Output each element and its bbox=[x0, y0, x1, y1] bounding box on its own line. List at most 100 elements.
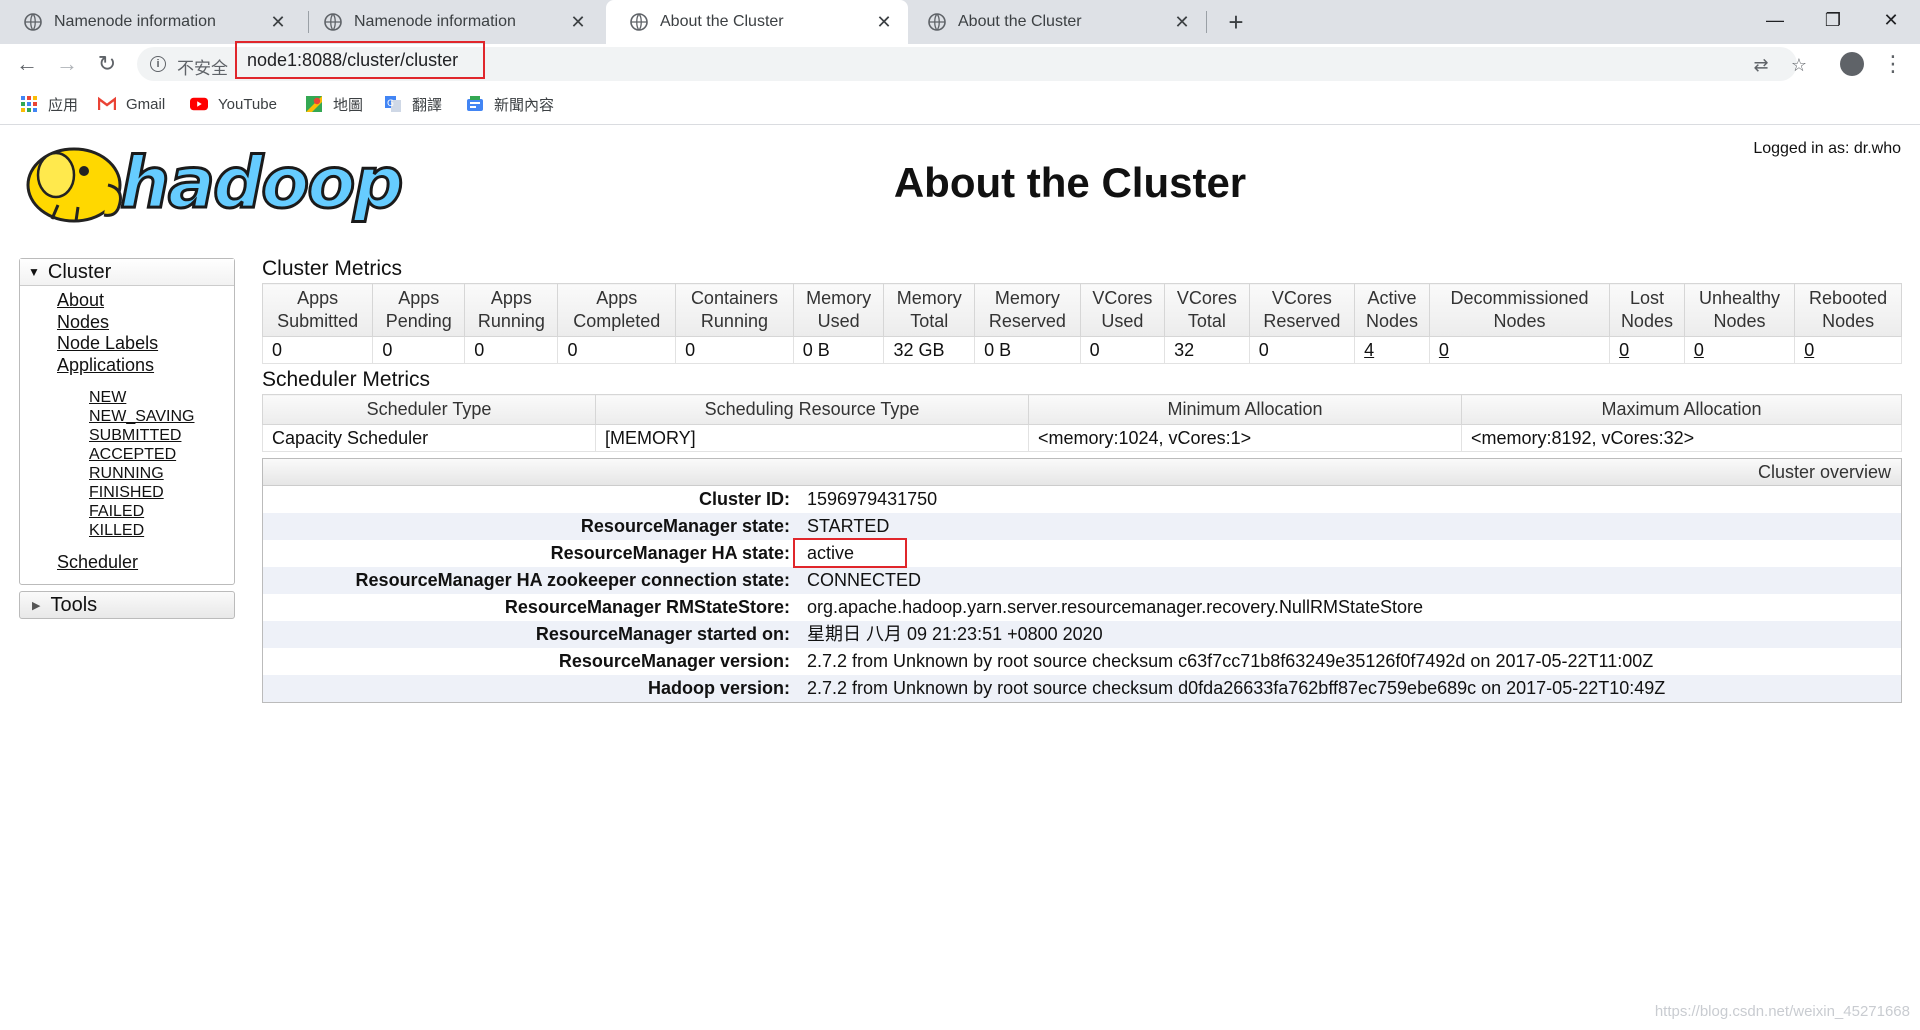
menu-kebab-icon[interactable]: ⋮ bbox=[1882, 48, 1904, 80]
bookmark-maps[interactable]: 地圖 bbox=[305, 94, 363, 114]
forward-button[interactable]: → bbox=[51, 48, 83, 80]
star-icon[interactable]: ☆ bbox=[1787, 53, 1811, 77]
col-apps-pending[interactable]: Apps Pending bbox=[372, 283, 466, 337]
nav-link-app-failed[interactable]: FAILED bbox=[89, 502, 234, 521]
nav-link-scheduler[interactable]: Scheduler bbox=[57, 552, 234, 574]
url-text[interactable]: node1:8088/cluster/cluster bbox=[247, 50, 458, 71]
tab-namenode-1[interactable]: Namenode information ✕ bbox=[0, 0, 302, 44]
nav-link-app-killed[interactable]: KILLED bbox=[89, 521, 234, 540]
cluster-overview-panel: Cluster overview Cluster ID: 15969794317… bbox=[262, 458, 1902, 703]
close-icon[interactable]: ✕ bbox=[874, 12, 894, 33]
nav-link-app-new-saving[interactable]: NEW_SAVING bbox=[89, 407, 234, 426]
overview-row-rm-version: ResourceManager version: 2.7.2 from Unkn… bbox=[263, 648, 1901, 675]
active-nodes-link[interactable]: 4 bbox=[1364, 340, 1374, 360]
col-vcores-total[interactable]: VCores Total bbox=[1164, 283, 1250, 337]
address-bar[interactable]: i 不安全 node1:8088/cluster/cluster ⇄ ☆ bbox=[137, 41, 1807, 81]
back-button[interactable]: ← bbox=[11, 48, 43, 80]
profile-avatar-icon[interactable] bbox=[1840, 52, 1864, 76]
bookmark-youtube[interactable]: YouTube bbox=[190, 94, 277, 114]
nav-link-about[interactable]: About bbox=[57, 290, 234, 312]
scheduler-metrics-title: Scheduler Metrics bbox=[262, 368, 431, 391]
table-row: 0 0 0 0 0 0 B 32 GB 0 B 0 32 0 4 0 0 0 0 bbox=[261, 336, 1902, 364]
col-lost-nodes[interactable]: Lost Nodes bbox=[1609, 283, 1685, 337]
nav-link-app-finished[interactable]: FINISHED bbox=[89, 483, 234, 502]
tools-nav-header[interactable]: ▶ Tools bbox=[19, 590, 235, 619]
url-highlight-box: node1:8088/cluster/cluster bbox=[235, 41, 485, 79]
tab-namenode-2[interactable]: Namenode information ✕ bbox=[300, 0, 602, 44]
overview-row-rm-ha-state: ResourceManager HA state: active bbox=[263, 538, 1901, 568]
nav-link-nodes[interactable]: Nodes bbox=[57, 312, 234, 334]
cluster-nav-header[interactable]: ▼ Cluster bbox=[20, 259, 234, 286]
scheduler-header-row: Scheduler Type Scheduling Resource Type … bbox=[262, 394, 1902, 425]
hadoop-logo[interactable]: hadoop bbox=[22, 135, 405, 227]
nav-link-app-accepted[interactable]: ACCEPTED bbox=[89, 445, 234, 464]
close-icon[interactable]: ✕ bbox=[1172, 12, 1192, 33]
overview-value: 2.7.2 from Unknown by root source checks… bbox=[807, 678, 1666, 698]
browser-toolbar: ← → ↻ i 不安全 node1:8088/cluster/cluster ⇄… bbox=[0, 41, 1920, 84]
nav-link-applications[interactable]: Applications bbox=[57, 355, 234, 377]
col-apps-completed[interactable]: Apps Completed bbox=[557, 283, 677, 337]
globe-icon bbox=[630, 13, 648, 31]
info-icon[interactable]: i bbox=[150, 56, 166, 72]
scheduler-metrics-table: Scheduler Type Scheduling Resource Type … bbox=[262, 394, 1902, 452]
col-vcores-reserved[interactable]: VCores Reserved bbox=[1248, 283, 1356, 337]
col-scheduling-resource-type[interactable]: Scheduling Resource Type bbox=[595, 394, 1029, 425]
overview-row-rm-statestore: ResourceManager RMStateStore: org.apache… bbox=[263, 594, 1901, 621]
col-scheduler-type[interactable]: Scheduler Type bbox=[262, 394, 596, 425]
col-maximum-allocation[interactable]: Maximum Allocation bbox=[1461, 394, 1902, 425]
translate-icon[interactable]: ⇄ bbox=[1749, 53, 1773, 77]
col-unhealthy-nodes[interactable]: Unhealthy Nodes bbox=[1683, 283, 1796, 337]
unhealthy-nodes-link[interactable]: 0 bbox=[1694, 340, 1704, 360]
nav-link-app-submitted[interactable]: SUBMITTED bbox=[89, 426, 234, 445]
overview-key: ResourceManager HA zookeeper connection … bbox=[355, 570, 790, 590]
close-icon[interactable]: ✕ bbox=[268, 12, 288, 33]
bookmark-label: Gmail bbox=[126, 95, 166, 113]
close-icon[interactable]: ✕ bbox=[568, 12, 588, 33]
decommissioned-nodes-link[interactable]: 0 bbox=[1439, 340, 1449, 360]
bookmark-label: 翻譯 bbox=[412, 96, 443, 114]
bookmark-gmail[interactable]: Gmail bbox=[98, 94, 165, 114]
nav-link-app-running[interactable]: RUNNING bbox=[89, 464, 234, 483]
tab-about-cluster-2[interactable]: About the Cluster ✕ bbox=[904, 0, 1206, 44]
val-scheduler-type: Capacity Scheduler bbox=[262, 424, 596, 452]
bookmark-apps[interactable]: 应用 bbox=[20, 94, 78, 114]
logged-in-label: Logged in as: dr.who bbox=[1753, 140, 1901, 157]
tab-title: Namenode information bbox=[354, 13, 516, 30]
watermark: https://blog.csdn.net/weixin_45271668 bbox=[1654, 1003, 1910, 1020]
window-close-button[interactable]: ✕ bbox=[1862, 0, 1920, 40]
overview-row-zk-connection: ResourceManager HA zookeeper connection … bbox=[263, 567, 1901, 594]
bookmark-label: YouTube bbox=[218, 95, 277, 113]
tab-about-cluster-active[interactable]: About the Cluster ✕ bbox=[606, 0, 908, 44]
restore-button[interactable]: ❐ bbox=[1804, 0, 1862, 40]
logo-text: hadoop bbox=[118, 142, 404, 225]
overview-row-hadoop-version: Hadoop version: 2.7.2 from Unknown by ro… bbox=[263, 675, 1901, 702]
minimize-button[interactable]: — bbox=[1746, 0, 1804, 40]
bookmark-translate[interactable]: G 翻譯 bbox=[384, 94, 442, 114]
lost-nodes-link[interactable]: 0 bbox=[1619, 340, 1629, 360]
col-rebooted-nodes[interactable]: Rebooted Nodes bbox=[1794, 283, 1902, 337]
news-icon bbox=[467, 96, 483, 111]
reload-button[interactable]: ↻ bbox=[91, 48, 123, 80]
tab-title: About the Cluster bbox=[958, 13, 1082, 30]
col-memory-reserved[interactable]: Memory Reserved bbox=[974, 283, 1081, 337]
col-decommissioned-nodes[interactable]: Decommissioned Nodes bbox=[1428, 283, 1611, 337]
col-apps-running[interactable]: Apps Running bbox=[464, 283, 559, 337]
col-vcores-used[interactable]: VCores Used bbox=[1079, 283, 1166, 337]
bookmark-news[interactable]: 新聞內容 bbox=[466, 94, 554, 114]
rebooted-nodes-link[interactable]: 0 bbox=[1804, 340, 1814, 360]
nav-link-app-new[interactable]: NEW bbox=[89, 388, 234, 407]
col-active-nodes[interactable]: Active Nodes bbox=[1354, 283, 1430, 337]
col-memory-total[interactable]: Memory Total bbox=[883, 283, 976, 337]
col-apps-submitted[interactable]: Apps Submitted bbox=[261, 283, 374, 337]
col-memory-used[interactable]: Memory Used bbox=[792, 283, 885, 337]
tab-strip: Namenode information ✕ Namenode informat… bbox=[0, 0, 1920, 44]
nav-link-node-labels[interactable]: Node Labels bbox=[57, 333, 234, 355]
col-minimum-allocation[interactable]: Minimum Allocation bbox=[1028, 394, 1462, 425]
val-scheduling-resource-type: [MEMORY] bbox=[595, 424, 1029, 452]
overview-row-cluster-id: Cluster ID: 1596979431750 bbox=[263, 486, 1901, 513]
val-memory-used: 0 B bbox=[792, 336, 885, 364]
new-tab-button[interactable]: + bbox=[1220, 6, 1252, 38]
overview-key: ResourceManager HA state: bbox=[550, 543, 790, 563]
col-containers-running[interactable]: Containers Running bbox=[675, 283, 794, 337]
overview-value: 2.7.2 from Unknown by root source checks… bbox=[807, 651, 1654, 671]
